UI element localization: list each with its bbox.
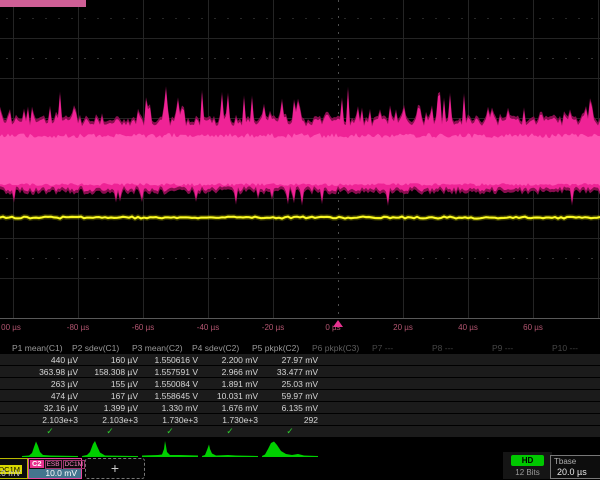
hd-mode-badge: HD bbox=[511, 455, 544, 466]
param-header-p5[interactable]: P5 pkpk(C2) bbox=[260, 343, 320, 353]
param-value-p3: 1.550616 V bbox=[140, 355, 200, 365]
timebase-scale-value: 20.0 µs bbox=[551, 467, 600, 478]
param-num-p3: 1.730e+3 bbox=[140, 415, 200, 425]
waveform-display[interactable] bbox=[0, 0, 600, 318]
param-num-p5: 292 bbox=[260, 415, 320, 425]
param-header-p1[interactable]: P1 mean(C1) bbox=[20, 343, 80, 353]
param-min-p1: 263 µV bbox=[20, 379, 80, 389]
param-min-p4: 1.891 mV bbox=[200, 379, 260, 389]
param-header-p7[interactable]: P7 --- bbox=[380, 343, 440, 353]
param-value-p5: 27.97 mV bbox=[260, 355, 320, 365]
histicon-p4 bbox=[202, 440, 258, 458]
add-trace-button[interactable]: + bbox=[85, 458, 145, 479]
timebase-label: Tbase bbox=[551, 456, 600, 467]
param-value-p2: 160 µV bbox=[80, 355, 140, 365]
time-tick-label: -80 µs bbox=[67, 323, 89, 332]
param-value-p1: 440 µV bbox=[20, 355, 80, 365]
param-status-p2: ✓ bbox=[80, 426, 140, 437]
time-tick-label: 00 µs bbox=[1, 323, 21, 332]
param-min-p5: 25.03 mV bbox=[260, 379, 320, 389]
time-tick-label: -40 µs bbox=[197, 323, 219, 332]
time-axis: 00 µs -80 µs -60 µs -40 µs -20 µs 0 µs 2… bbox=[0, 318, 600, 335]
measure-header-row: P1 mean(C1)P2 sdev(C1)P3 mean(C2)P4 sdev… bbox=[0, 342, 600, 353]
measure-min-row: 263 µV155 µV1.550084 V1.891 mV25.03 mV bbox=[0, 378, 600, 389]
hd-bits-label: 12 Bits bbox=[505, 468, 550, 477]
param-status-p4: ✓ bbox=[200, 426, 260, 437]
param-sdev-p1: 32.16 µV bbox=[20, 403, 80, 413]
histicon-p2 bbox=[82, 440, 138, 458]
param-max-p4: 10.031 mV bbox=[200, 391, 260, 401]
param-value-p4: 2.200 mV bbox=[200, 355, 260, 365]
param-header-p3[interactable]: P3 mean(C2) bbox=[140, 343, 200, 353]
param-min-p3: 1.550084 V bbox=[140, 379, 200, 389]
histicon-p5 bbox=[262, 440, 318, 458]
param-mean-p3: 1.557591 V bbox=[140, 367, 200, 377]
param-header-p6[interactable]: P6 pkpk(C3) bbox=[320, 343, 380, 353]
measure-mean-row: 363.98 µV158.308 µV1.557591 V2.966 mV33.… bbox=[0, 366, 600, 377]
param-num-p4: 1.730e+3 bbox=[200, 415, 260, 425]
oscilloscope-screen: 00 µs -80 µs -60 µs -40 µs -20 µs 0 µs 2… bbox=[0, 0, 600, 480]
param-status-p3: ✓ bbox=[140, 426, 200, 437]
param-mean-p4: 2.966 mV bbox=[200, 367, 260, 377]
time-tick-label: 40 µs bbox=[458, 323, 478, 332]
measure-value-row: 440 µV160 µV1.550616 V2.200 mV27.97 mV bbox=[0, 354, 600, 365]
channel-c1-descriptor[interactable]: DC1M 10.0 mV bbox=[0, 458, 28, 479]
time-tick-label: -20 µs bbox=[262, 323, 284, 332]
c1-scale-value: 10.0 mV bbox=[0, 469, 27, 478]
histicon-p3 bbox=[142, 440, 198, 458]
param-header-p4[interactable]: P4 sdev(C2) bbox=[200, 343, 260, 353]
param-mean-p2: 158.308 µV bbox=[80, 367, 140, 377]
param-status-p5: ✓ bbox=[260, 426, 320, 437]
param-header-p9[interactable]: P9 --- bbox=[500, 343, 560, 353]
time-tick-label: 20 µs bbox=[393, 323, 413, 332]
histicon-p1 bbox=[22, 440, 78, 458]
trigger-time-marker[interactable] bbox=[333, 320, 343, 327]
param-mean-p5: 33.477 mV bbox=[260, 367, 320, 377]
param-mean-p1: 363.98 µV bbox=[20, 367, 80, 377]
measure-sdev-row: 32.16 µV1.399 µV1.330 mV1.676 mV6.135 mV bbox=[0, 402, 600, 413]
channel-c2-descriptor[interactable]: C2 ESB DC1M 10.0 mV bbox=[28, 458, 82, 479]
param-num-p1: 2.103e+3 bbox=[20, 415, 80, 425]
param-max-p5: 59.97 mV bbox=[260, 391, 320, 401]
measure-num-row: 2.103e+32.103e+31.730e+31.730e+3292 bbox=[0, 414, 600, 425]
measure-max-row: 474 µV167 µV1.558645 V10.031 mV59.97 mV bbox=[0, 390, 600, 401]
time-tick-label: -60 µs bbox=[132, 323, 154, 332]
param-header-p2[interactable]: P2 sdev(C1) bbox=[80, 343, 140, 353]
param-min-p2: 155 µV bbox=[80, 379, 140, 389]
top-status-label bbox=[0, 0, 86, 7]
param-sdev-p3: 1.330 mV bbox=[140, 403, 200, 413]
measure-status-row: ✓✓✓✓✓ bbox=[0, 426, 600, 437]
param-max-p1: 474 µV bbox=[20, 391, 80, 401]
param-header-p10[interactable]: P10 --- bbox=[560, 343, 600, 353]
param-max-p3: 1.558645 V bbox=[140, 391, 200, 401]
param-sdev-p4: 1.676 mV bbox=[200, 403, 260, 413]
param-sdev-p5: 6.135 mV bbox=[260, 403, 320, 413]
timebase-descriptor[interactable]: Tbase 20.0 µs bbox=[550, 455, 600, 479]
param-status-p1: ✓ bbox=[20, 426, 80, 437]
param-header-p8[interactable]: P8 --- bbox=[440, 343, 500, 353]
time-tick-label: 60 µs bbox=[523, 323, 543, 332]
param-sdev-p2: 1.399 µV bbox=[80, 403, 140, 413]
param-max-p2: 167 µV bbox=[80, 391, 140, 401]
c2-label-badge: C2 bbox=[30, 460, 44, 468]
param-num-p2: 2.103e+3 bbox=[80, 415, 140, 425]
c2-scale-value: 10.0 mV bbox=[29, 469, 81, 478]
